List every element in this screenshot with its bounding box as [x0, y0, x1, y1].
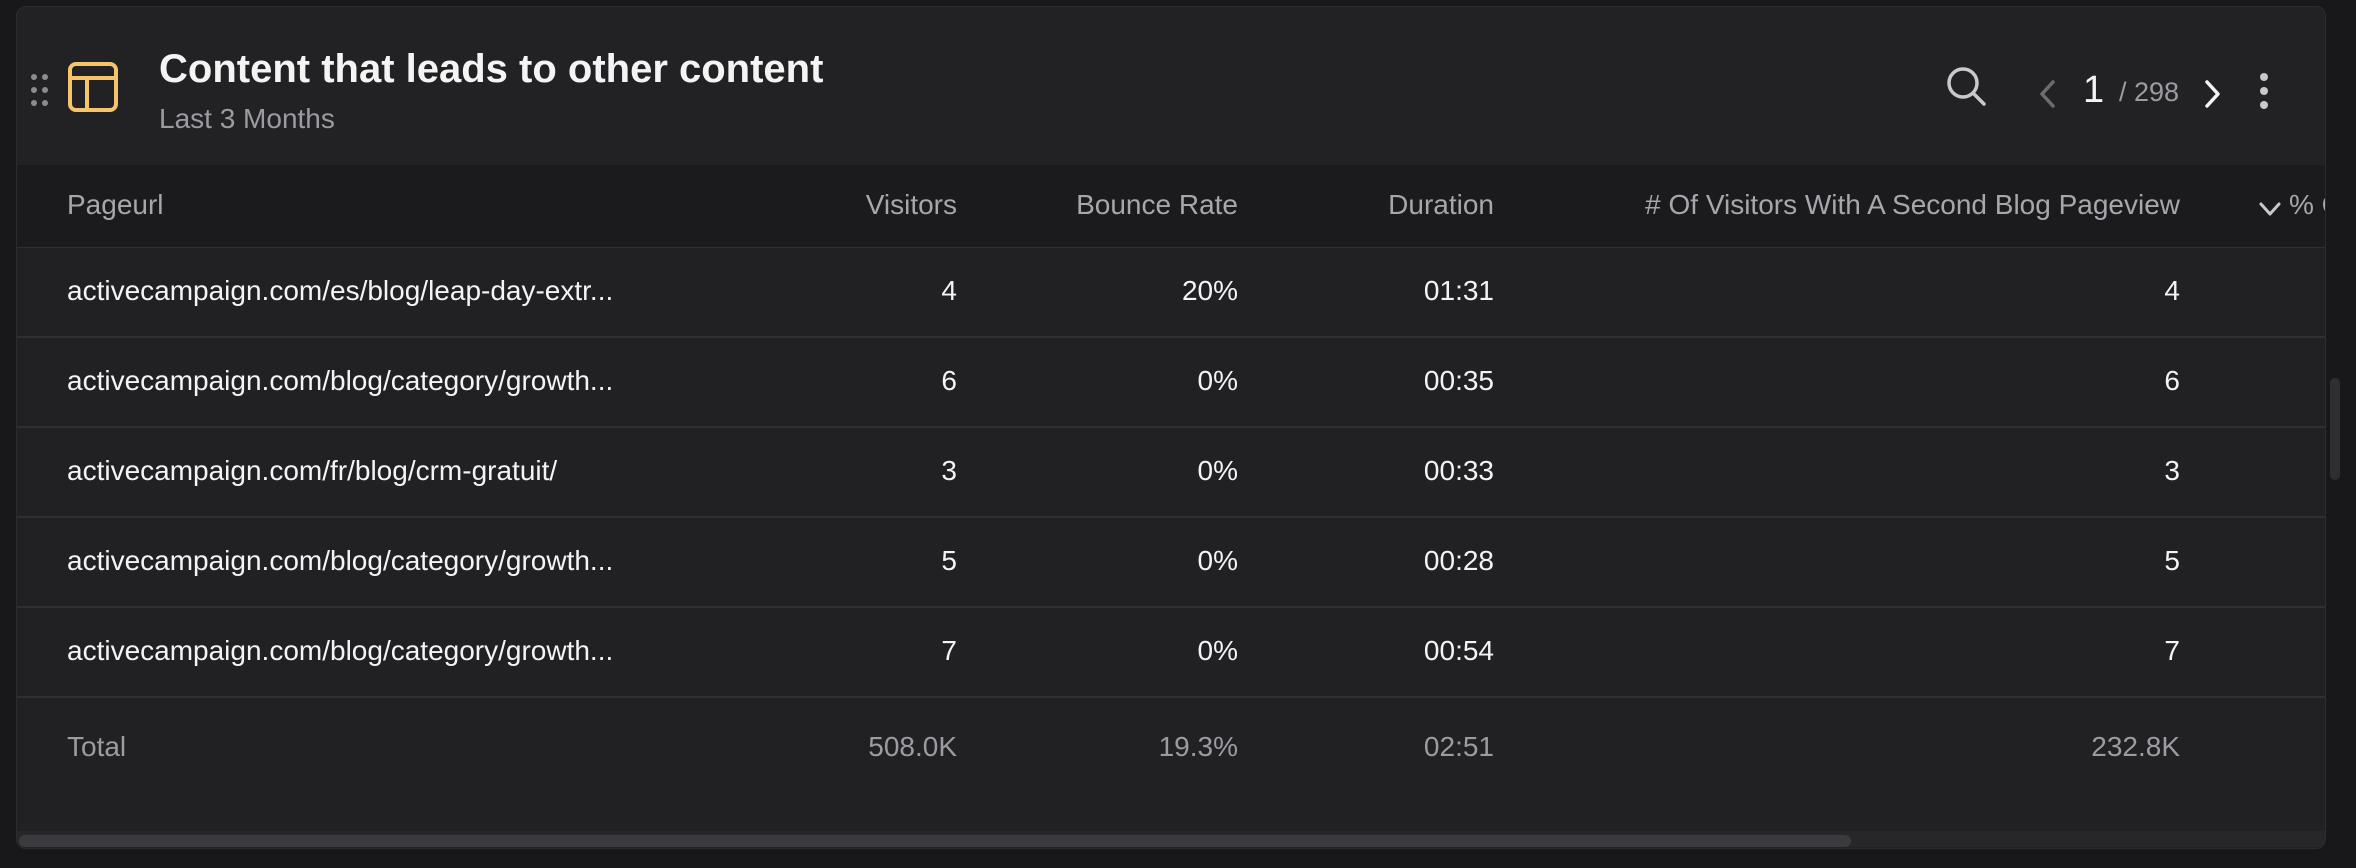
drag-handle-icon[interactable] — [31, 74, 51, 108]
table-total-row: Total 508.0K 19.3% 02:51 232.8K — [17, 699, 2325, 799]
column-header-duration[interactable]: Duration — [1388, 187, 1494, 223]
total-second-blog-pageview: 232.8K — [2091, 731, 2180, 762]
cell-bounce-rate: 0% — [1197, 365, 1238, 396]
table-row[interactable]: activecampaign.com/blog/category/growth.… — [17, 337, 2325, 428]
chevron-left-icon[interactable] — [2035, 77, 2061, 111]
column-header-percent[interactable]: % C — [2289, 187, 2325, 223]
cell-second-blog-pageview: 6 — [2164, 365, 2180, 396]
total-bounce-rate: 19.3% — [1158, 731, 1238, 762]
cell-duration: 00:28 — [1423, 545, 1494, 576]
widget-card: Content that leads to other content Last… — [16, 6, 2326, 849]
cell-second-blog-pageview: 4 — [2164, 275, 2180, 306]
cell-pageurl[interactable]: activecampaign.com/fr/blog/crm-gratuit/ — [67, 453, 557, 489]
cell-pageurl[interactable]: activecampaign.com/blog/category/growth.… — [67, 633, 613, 669]
vertical-scrollbar[interactable] — [2330, 378, 2340, 480]
page-total: / 298 — [2119, 77, 2180, 107]
cell-bounce-rate: 0% — [1197, 545, 1238, 576]
table-row[interactable]: activecampaign.com/fr/blog/crm-gratuit/ … — [17, 427, 2325, 518]
total-visitors: 508.0K — [868, 731, 957, 762]
total-label: Total — [67, 731, 127, 762]
cell-visitors: 7 — [941, 635, 957, 666]
cell-pageurl[interactable]: activecampaign.com/blog/category/growth.… — [67, 543, 613, 579]
cell-duration: 00:33 — [1423, 455, 1494, 486]
column-header-visitors[interactable]: Visitors — [866, 187, 957, 223]
cell-pageurl[interactable]: activecampaign.com/es/blog/leap-day-extr… — [67, 273, 613, 309]
column-header-pageurl[interactable]: Pageurl — [67, 187, 164, 223]
chevron-down-icon[interactable] — [2257, 199, 2283, 219]
more-vertical-icon[interactable] — [2253, 71, 2275, 111]
table-row[interactable]: activecampaign.com/es/blog/leap-day-extr… — [17, 247, 2325, 338]
chevron-right-icon[interactable] — [2199, 77, 2225, 111]
horizontal-scroll-thumb[interactable] — [19, 835, 1851, 847]
page-current: 1 — [2083, 69, 2105, 111]
total-duration: 02:51 — [1423, 731, 1494, 762]
cell-visitors: 4 — [941, 275, 957, 306]
cell-duration: 01:31 — [1423, 275, 1494, 306]
table-icon — [68, 62, 118, 112]
cell-duration: 00:54 — [1423, 635, 1494, 666]
widget-subtitle: Last 3 Months — [159, 103, 335, 134]
column-header-bounce-rate[interactable]: Bounce Rate — [1076, 187, 1238, 223]
column-header-second-blog-pageview[interactable]: # Of Visitors With A Second Blog Pagevie… — [1645, 187, 2180, 223]
cell-visitors: 3 — [941, 455, 957, 486]
widget-header: Content that leads to other content Last… — [17, 7, 2325, 165]
table-row[interactable]: activecampaign.com/blog/category/growth.… — [17, 517, 2325, 608]
cell-visitors: 6 — [941, 365, 957, 396]
cell-pageurl[interactable]: activecampaign.com/blog/category/growth.… — [67, 363, 613, 399]
cell-second-blog-pageview: 3 — [2164, 455, 2180, 486]
table-row[interactable]: activecampaign.com/blog/category/growth.… — [17, 607, 2325, 698]
cell-second-blog-pageview: 5 — [2164, 545, 2180, 576]
cell-duration: 00:35 — [1423, 365, 1494, 396]
cell-bounce-rate: 20% — [1181, 275, 1238, 306]
cell-bounce-rate: 0% — [1197, 455, 1238, 486]
search-icon[interactable] — [1943, 63, 1989, 109]
widget-title: Content that leads to other content — [159, 47, 824, 91]
table-header: Pageurl Visitors Bounce Rate Duration # … — [17, 165, 2325, 248]
cell-bounce-rate: 0% — [1197, 635, 1238, 666]
cell-second-blog-pageview: 7 — [2164, 635, 2180, 666]
horizontal-scrollbar[interactable] — [17, 831, 2325, 847]
cell-visitors: 5 — [941, 545, 957, 576]
